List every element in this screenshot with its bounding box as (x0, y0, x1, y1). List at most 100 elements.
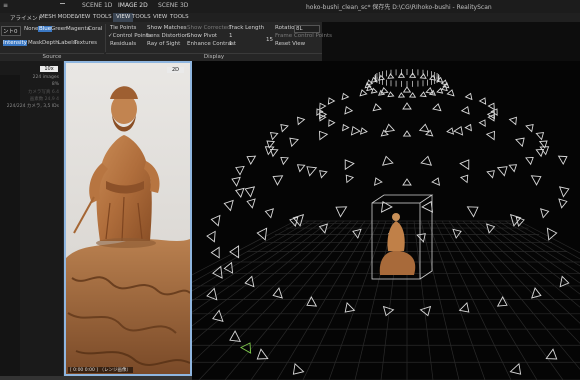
menu-alignment[interactable]: アライメント (10, 14, 43, 22)
camera-icon[interactable] (229, 245, 240, 259)
camera-icon[interactable] (378, 199, 393, 213)
camera-icon[interactable] (478, 118, 487, 127)
camera-icon[interactable] (304, 163, 318, 177)
camera-icon[interactable] (460, 105, 472, 115)
camera-icon[interactable] (420, 155, 433, 166)
source-dropdown[interactable]: ント0 (1, 26, 21, 36)
camera-icon[interactable] (210, 246, 220, 259)
frame-control-points-button[interactable]: Frame Control Points (275, 33, 332, 39)
camera-icon[interactable] (380, 129, 389, 137)
thumbnail-strip[interactable] (0, 75, 20, 380)
camera-icon[interactable] (254, 348, 269, 363)
camera-icon[interactable] (287, 135, 299, 148)
camera-icon[interactable] (234, 186, 245, 199)
camera-icon[interactable] (349, 125, 361, 136)
scene-3d-canvas[interactable] (192, 61, 580, 380)
track-length-value[interactable]: 15 (266, 37, 273, 43)
camera-icon[interactable] (440, 85, 448, 92)
camera-icon[interactable] (466, 202, 480, 218)
camera-icon[interactable] (294, 115, 306, 126)
mode-depth[interactable]: Depth (42, 40, 59, 46)
camera-icon[interactable] (446, 127, 455, 135)
camera-icon[interactable] (464, 123, 473, 132)
camera-icon[interactable] (558, 184, 571, 198)
camera-icon[interactable] (408, 92, 417, 98)
camera-icon[interactable] (384, 123, 396, 133)
camera-icon[interactable] (487, 102, 496, 111)
camera-icon[interactable] (486, 168, 497, 179)
camera-icon[interactable] (372, 176, 383, 186)
camera-icon[interactable] (340, 92, 350, 101)
camera-icon[interactable] (278, 154, 289, 166)
camera-icon[interactable] (316, 129, 329, 141)
camera-icon[interactable] (317, 168, 328, 179)
camera-icon[interactable] (264, 207, 274, 219)
toggle-show-pivot[interactable]: Show Pivot (187, 33, 217, 39)
camera-icon[interactable] (402, 102, 412, 110)
menu-tools[interactable]: TOOLS (93, 14, 112, 20)
camera-icon[interactable] (459, 157, 473, 171)
camera-icon[interactable] (545, 348, 560, 363)
zoom-level-badge[interactable]: 10x (40, 66, 58, 72)
camera-icon[interactable] (359, 127, 368, 135)
camera-icon[interactable] (540, 207, 550, 219)
camera-icon[interactable] (525, 122, 536, 133)
camera-icon[interactable] (509, 362, 524, 378)
camera-icon[interactable] (418, 123, 430, 133)
tab-image-2d[interactable]: IMAGE 2D (118, 2, 148, 9)
tab-scene-3d[interactable]: SCENE 3D (158, 2, 188, 9)
camera-icon[interactable] (440, 79, 448, 86)
mode-intensity[interactable]: Intensity (3, 40, 27, 46)
toggle-residuals[interactable]: Residuals (110, 41, 136, 47)
camera-icon[interactable] (326, 96, 336, 105)
camera-icon[interactable] (432, 103, 442, 112)
camera-icon[interactable] (380, 86, 389, 94)
camera-icon[interactable] (459, 173, 471, 184)
camera-icon[interactable] (256, 227, 268, 241)
toggle-tie-points[interactable]: Tie Points (110, 25, 136, 31)
camera-icon[interactable] (230, 175, 241, 187)
camera-icon[interactable] (530, 172, 543, 186)
channel-magenta[interactable]: Magenta (66, 26, 90, 32)
track-length-min[interactable]: 1 (229, 33, 233, 39)
camera-icon[interactable] (387, 73, 395, 79)
camera-icon[interactable] (211, 309, 224, 324)
camera-icon[interactable] (425, 86, 434, 94)
camera-icon[interactable] (340, 123, 350, 132)
channel-none[interactable]: None (24, 26, 38, 32)
camera-icon[interactable] (419, 73, 427, 79)
menu-tools-2d[interactable]: TOOLS (132, 14, 151, 20)
minimize-icon[interactable] (60, 3, 65, 4)
camera-icon[interactable] (246, 197, 256, 209)
toggle-show-matches[interactable]: Show Matches (147, 25, 187, 31)
camera-icon[interactable] (535, 130, 546, 141)
camera-icon[interactable] (271, 172, 284, 186)
camera-icon[interactable] (333, 202, 348, 218)
camera-icon[interactable] (381, 305, 395, 318)
camera-icon[interactable] (268, 130, 279, 141)
menu-tools-3d[interactable]: TOOLS (170, 14, 189, 20)
camera-icon[interactable] (496, 163, 511, 177)
camera-icon[interactable] (295, 162, 306, 173)
toggle-lens-distortion[interactable]: Lens Distortion (147, 33, 188, 39)
camera-icon[interactable] (436, 76, 444, 83)
toggle-show-corrected[interactable]: Show Corrected (187, 25, 231, 31)
camera-icon[interactable] (343, 105, 354, 115)
camera-icon[interactable] (446, 89, 455, 97)
camera-icon[interactable] (278, 122, 289, 133)
camera-icon[interactable] (289, 362, 305, 378)
camera-icon[interactable] (421, 199, 436, 213)
camera-icon[interactable] (402, 130, 412, 137)
camera-icon[interactable] (464, 92, 474, 101)
toggle-control-points[interactable]: ✓Control Points (108, 33, 151, 39)
toggle-ray-of-sight[interactable]: Ray of Sight (147, 41, 180, 47)
app-menu-icon[interactable]: ≡ (3, 2, 8, 9)
menu-view-3d[interactable]: VIEW (153, 14, 167, 20)
channel-coral[interactable]: Coral (88, 26, 102, 32)
mode-textures[interactable]: Textures (74, 40, 97, 46)
camera-icon[interactable] (359, 89, 368, 97)
camera-icon[interactable] (243, 184, 256, 198)
camera-icon[interactable] (317, 102, 327, 111)
view-mode-badge[interactable]: 2D (167, 67, 184, 73)
camera-icon[interactable] (223, 198, 234, 212)
